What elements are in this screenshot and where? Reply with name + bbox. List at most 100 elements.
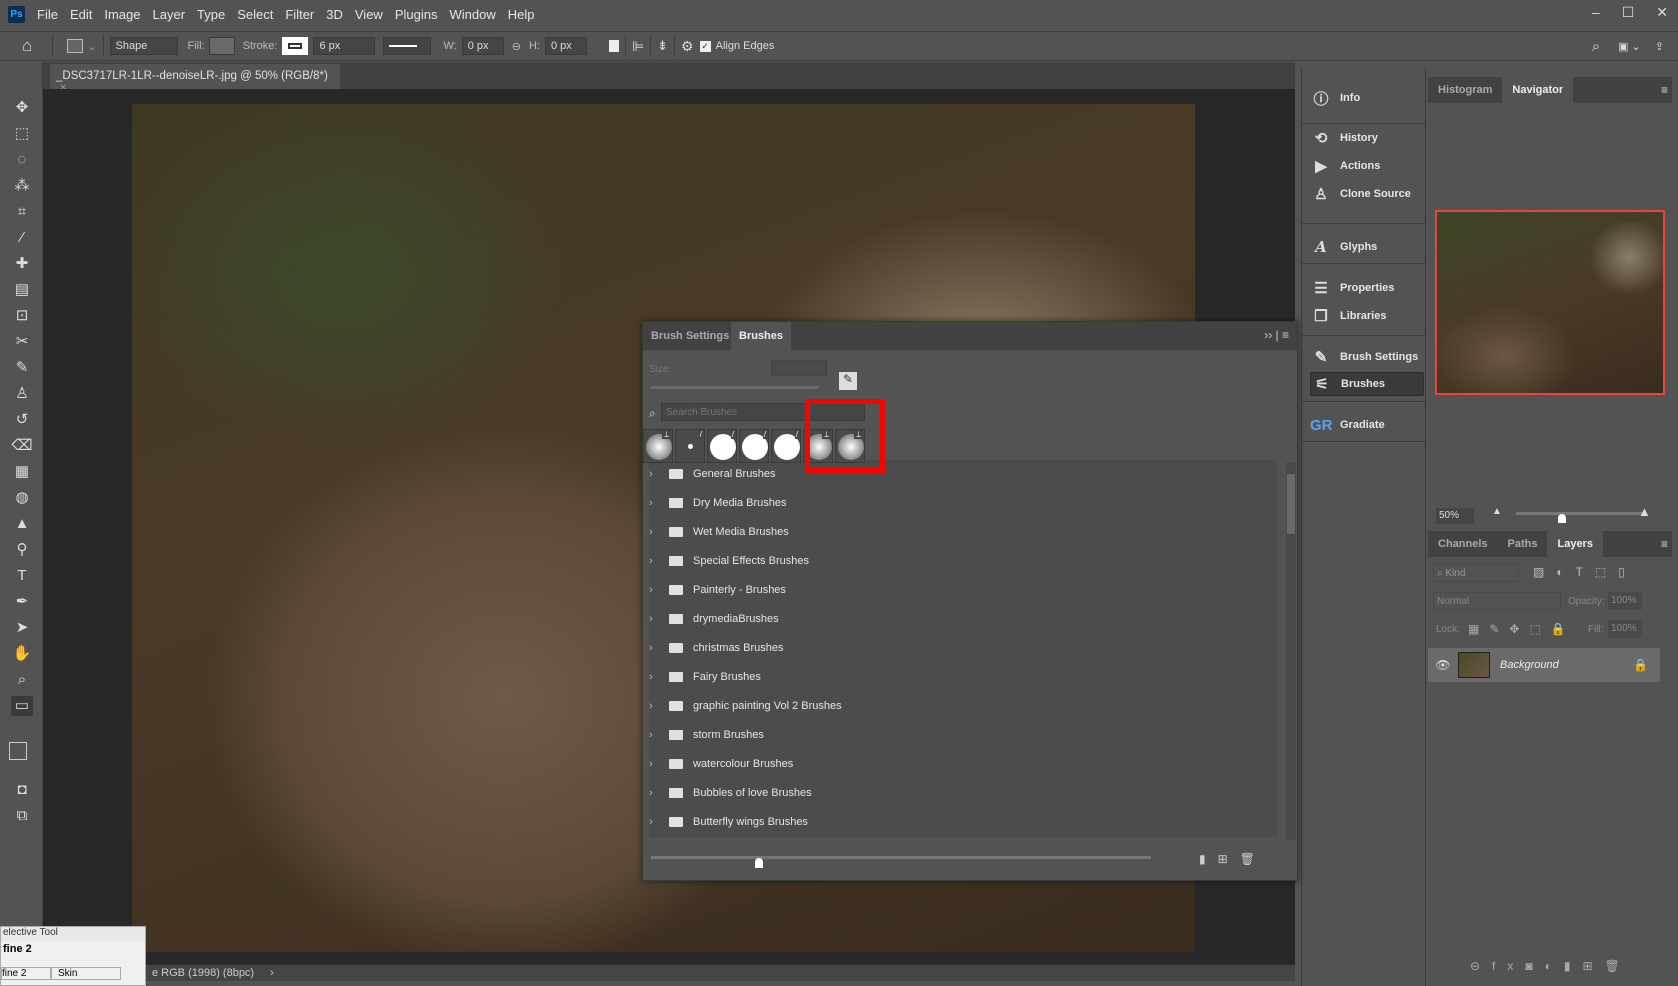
zoom-level-field[interactable]: 50% xyxy=(1436,508,1474,524)
brush-group[interactable]: › storm Brushes xyxy=(649,721,1277,750)
share-icon[interactable]: ⇪ xyxy=(1655,40,1664,53)
slider-handle[interactable] xyxy=(755,858,763,868)
brush-group[interactable]: › Dry Media Brushes xyxy=(649,489,1277,518)
dock-clone-source[interactable]: ♙ Clone Source xyxy=(1310,182,1424,206)
zoom-slider-handle[interactable] xyxy=(1558,514,1566,523)
quick-mask-icon[interactable]: ◘ xyxy=(11,780,33,800)
layer-filter-select[interactable]: ⌕ Kind xyxy=(1433,564,1519,582)
mode-select[interactable]: Shape xyxy=(109,37,178,55)
hand-tool-icon[interactable]: ✋ xyxy=(11,644,33,664)
rectangle-tool-preset-icon[interactable] xyxy=(67,39,84,53)
menu-image[interactable]: Image xyxy=(104,7,140,22)
lasso-tool-icon[interactable]: ◌ xyxy=(11,150,33,170)
tab-histogram[interactable]: Histogram xyxy=(1428,77,1502,103)
brush-group[interactable]: › Wet Media Brushes xyxy=(649,518,1277,547)
brush-icon[interactable]: ✎ xyxy=(839,372,857,390)
document-tab[interactable]: _DSC3717LR-1LR--denoiseLR-.jpg @ 50% (RG… xyxy=(50,64,340,94)
home-icon[interactable]: ⌂ xyxy=(22,36,32,56)
eye-icon[interactable]: 👁 xyxy=(1428,658,1458,672)
brush-preset-soft-round[interactable]: ⊥ xyxy=(643,429,673,463)
brush-group[interactable]: › graphic painting Vol 2 Brushes xyxy=(649,692,1277,721)
tab-navigator[interactable]: Navigator xyxy=(1502,77,1574,103)
brush-group[interactable]: › Bubbles of love Brushes xyxy=(649,779,1277,808)
dock-history[interactable]: ⟲ History xyxy=(1310,126,1424,150)
selective-tool-cell[interactable]: fine 2 xyxy=(1,967,51,980)
stroke-type-select[interactable] xyxy=(383,37,432,55)
move-tool-icon[interactable]: ✥ xyxy=(11,98,33,118)
brush-group[interactable]: › watercolour Brushes xyxy=(649,750,1277,779)
fill-field[interactable]: 100% xyxy=(1608,620,1642,638)
brush-list-scrollbar[interactable] xyxy=(1286,462,1296,840)
brush-preset-hard-round[interactable]: / xyxy=(739,429,769,463)
type-tool-icon[interactable]: T xyxy=(11,566,33,586)
tab-brush-settings[interactable]: Brush Settings xyxy=(643,322,737,350)
layers-footer-icons[interactable]: ⊖fx◙◐▮⊞🗑 xyxy=(1470,959,1632,973)
panel-menu-icon[interactable]: ›› | ≡ xyxy=(1264,328,1289,342)
blend-mode-select[interactable]: Normal xyxy=(1433,592,1561,610)
lock-icons[interactable]: ▦✎✥⬚🔒 xyxy=(1468,622,1576,636)
tab-brushes[interactable]: Brushes xyxy=(731,322,792,350)
brush-group[interactable]: › Fairy Brushes xyxy=(649,663,1277,692)
brush-group[interactable]: › General Brushes xyxy=(649,460,1277,489)
zoom-slider[interactable] xyxy=(1516,512,1646,515)
zoom-tool-icon[interactable]: ⌕ xyxy=(11,670,33,690)
dock-actions[interactable]: ▶ Actions xyxy=(1310,154,1424,178)
zoom-out-icon[interactable]: ▲ xyxy=(1492,506,1502,517)
brush-preview-size-slider[interactable] xyxy=(651,856,1151,859)
menu-type[interactable]: Type xyxy=(197,7,225,22)
brush-group[interactable]: › christmas Brushes xyxy=(649,634,1277,663)
workspace-icon[interactable]: ▣ ⌄ xyxy=(1618,40,1641,53)
align-edges-checkbox[interactable]: ✓ xyxy=(699,40,711,52)
stroke-swatch[interactable] xyxy=(282,37,309,55)
layer-filter-icons[interactable]: ▨◐T⬚▯ xyxy=(1533,565,1637,579)
link-icon[interactable]: ⊖ xyxy=(512,40,521,53)
patch-tool-icon[interactable]: ▤ xyxy=(11,280,33,300)
menu-window[interactable]: Window xyxy=(449,7,495,22)
path-selection-tool-icon[interactable]: ➤ xyxy=(11,618,33,638)
navigator-preview[interactable] xyxy=(1435,210,1665,395)
maximize-button[interactable]: ☐ xyxy=(1622,4,1635,21)
marquee-tool-icon[interactable]: ⬚ xyxy=(11,124,33,144)
close-button[interactable]: ✕ xyxy=(1656,4,1668,21)
brush-group[interactable]: › Special Effects Brushes xyxy=(649,547,1277,576)
dock-libraries[interactable]: ❐ Libraries xyxy=(1310,304,1424,328)
screen-mode-icon[interactable]: ⧉ xyxy=(11,806,33,826)
eyedropper-tool-icon[interactable]: ⁄ xyxy=(11,228,33,248)
zoom-in-icon[interactable]: ▲ xyxy=(1638,504,1651,519)
menu-filter[interactable]: Filter xyxy=(285,7,314,22)
tab-channels[interactable]: Channels xyxy=(1428,531,1498,557)
dock-brushes[interactable]: ⚟ Brushes xyxy=(1310,372,1424,396)
gradient-tool-icon[interactable]: ▦ xyxy=(11,462,33,482)
blur-tool-icon[interactable]: ◍ xyxy=(11,488,33,508)
panel-menu-icon[interactable]: ≡ xyxy=(1661,77,1672,103)
tab-layers[interactable]: Layers xyxy=(1547,531,1603,557)
dock-glyphs[interactable]: A Glyphs xyxy=(1310,235,1424,259)
path-alignment-icon[interactable]: ⊫ xyxy=(632,38,644,55)
menu-3d[interactable]: 3D xyxy=(326,7,343,22)
dodge-tool-icon[interactable]: ⚲ xyxy=(11,540,33,560)
path-arrangement-icon[interactable]: ⇟ xyxy=(657,38,668,54)
opacity-field[interactable]: 100% xyxy=(1608,592,1642,610)
menu-select[interactable]: Select xyxy=(237,7,273,22)
brush-group[interactable]: › drymediaBrushes xyxy=(649,605,1277,634)
foreground-color-swatch[interactable] xyxy=(9,742,27,760)
menu-help[interactable]: Help xyxy=(508,7,535,22)
stroke-width-field[interactable]: 6 px xyxy=(313,37,376,55)
sharpen-tool-icon[interactable]: ▲ xyxy=(11,514,33,534)
size-field[interactable] xyxy=(771,360,827,376)
clone-stamp-tool-icon[interactable]: ♙ xyxy=(11,384,33,404)
menu-file[interactable]: File xyxy=(37,7,58,22)
brush-preset-small-hard[interactable]: / xyxy=(675,429,705,463)
brush-group[interactable]: › Painterly - Brushes xyxy=(649,576,1277,605)
rectangle-tool-icon[interactable]: ▭ xyxy=(11,696,33,716)
dock-info[interactable]: ⓘ Info xyxy=(1310,86,1424,110)
brush-group[interactable]: › Butterfly wings Brushes xyxy=(649,808,1277,837)
dock-brush-settings[interactable]: ✎ Brush Settings xyxy=(1310,345,1424,369)
size-slider[interactable] xyxy=(651,386,819,389)
puppet-warp-icon[interactable]: ✂ xyxy=(11,332,33,352)
menu-plugins[interactable]: Plugins xyxy=(395,7,438,22)
healing-brush-tool-icon[interactable]: ✚ xyxy=(11,254,33,274)
eraser-tool-icon[interactable]: ⌫ xyxy=(11,436,33,456)
dock-properties[interactable]: ☰ Properties xyxy=(1310,276,1424,300)
menu-edit[interactable]: Edit xyxy=(70,7,92,22)
